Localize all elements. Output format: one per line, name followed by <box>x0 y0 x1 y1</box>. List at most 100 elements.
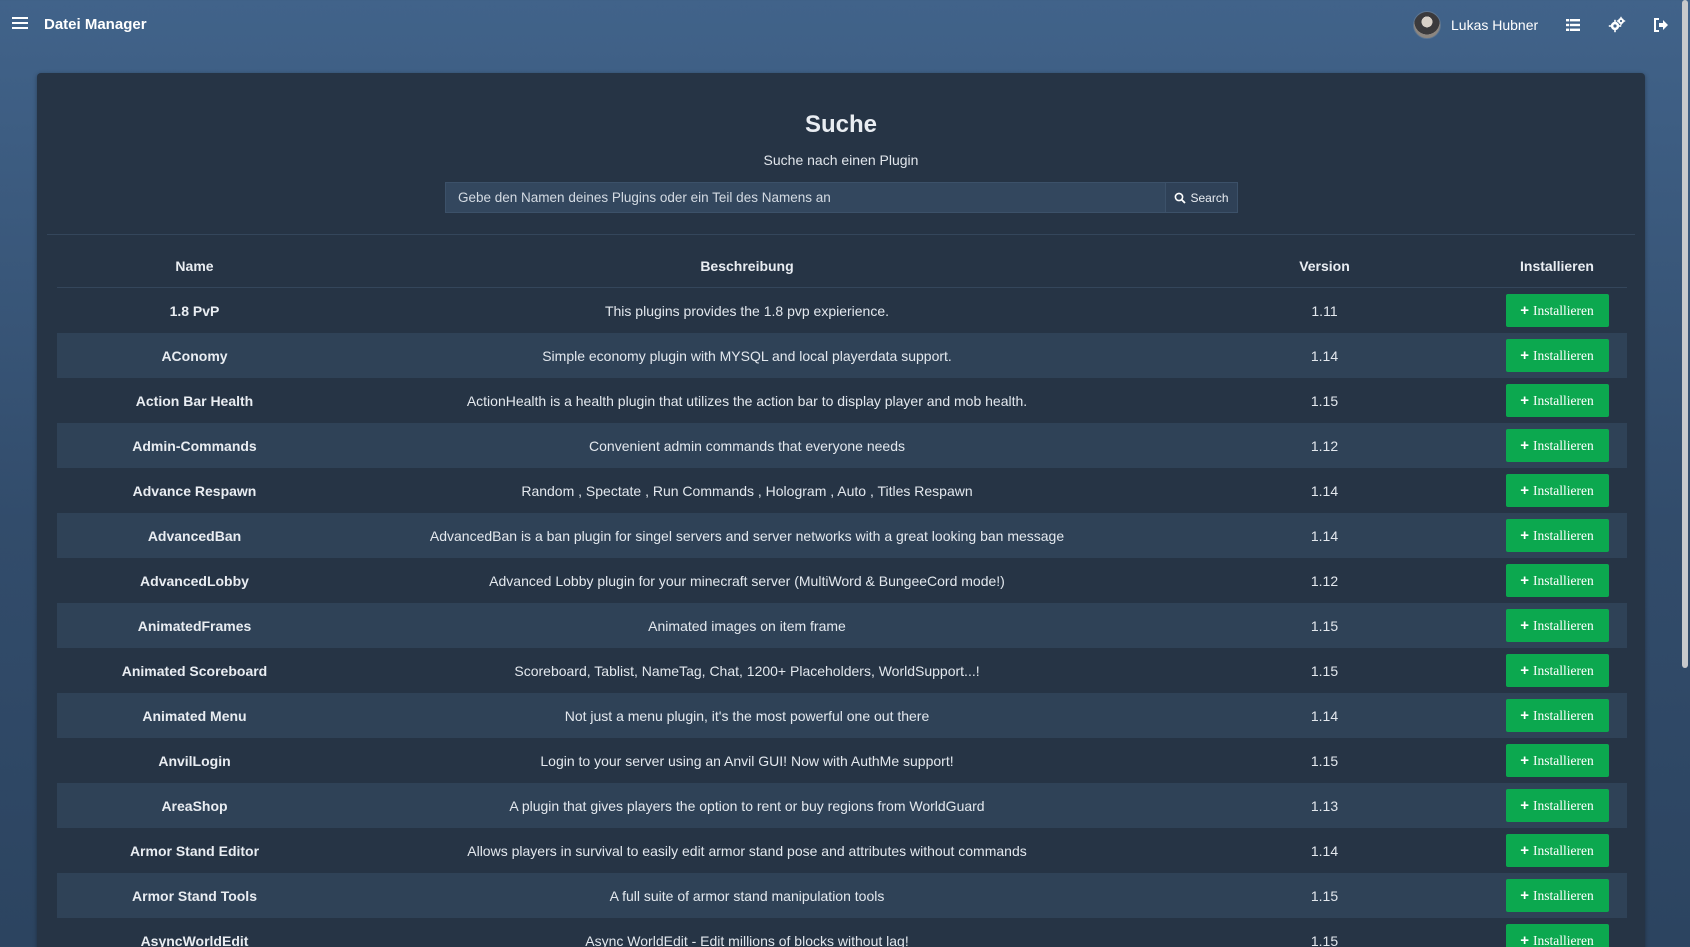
plugin-version: 1.14 <box>1310 482 1339 499</box>
plus-icon: + <box>1520 752 1530 769</box>
search-input[interactable] <box>445 182 1165 213</box>
user-name: Lukas Hubner <box>1451 17 1539 33</box>
column-header-version: Version <box>1162 245 1487 288</box>
list-icon[interactable] <box>1564 16 1582 34</box>
search-button-label: Search <box>1190 190 1229 205</box>
scrollbar-thumb[interactable] <box>1682 0 1688 668</box>
plugin-name: Action Bar Health <box>135 392 254 409</box>
plus-icon: + <box>1520 887 1530 904</box>
plugin-name: AdvancedBan <box>57 513 332 558</box>
install-button[interactable]: + Installieren <box>1505 564 1609 597</box>
plugin-version: 1.15 <box>1310 662 1339 679</box>
plugin-version: 1.15 <box>1310 752 1339 769</box>
install-cell: + Installieren <box>1487 558 1627 603</box>
install-button-label: Installieren <box>1533 437 1594 453</box>
plus-icon: + <box>1520 707 1530 724</box>
install-button-label: Installieren <box>1533 932 1594 947</box>
table-header-row: Name Beschreibung Version Installieren <box>57 245 1627 288</box>
install-cell: + Installieren <box>1487 918 1627 947</box>
plugin-name: AsyncWorldEdit <box>140 932 249 947</box>
page-scrollbar[interactable] <box>1680 0 1690 947</box>
install-button[interactable]: + Installieren <box>1505 789 1609 822</box>
install-button[interactable]: + Installieren <box>1505 924 1609 947</box>
plugin-name: AnvilLogin <box>158 752 231 769</box>
install-button[interactable]: + Installieren <box>1505 654 1609 687</box>
plugin-name: AConomy <box>57 333 332 378</box>
install-button[interactable]: + Installieren <box>1505 429 1609 462</box>
table-row: AnimatedFrames Animated images on item fr… <box>57 603 1627 648</box>
install-button-label: Installieren <box>1533 527 1594 543</box>
user-menu[interactable]: Lukas Hubner <box>1413 11 1539 39</box>
table-row: Armor Stand Editor Allows players in surv… <box>57 828 1627 873</box>
plugin-description: Convenient admin commands that everyone … <box>332 423 1162 468</box>
plugin-description: Allows players in survival to easily edi… <box>467 842 1027 859</box>
install-button-label: Installieren <box>1533 662 1594 678</box>
plugin-name: 1.8 PvP <box>169 302 220 319</box>
search-title: Suche <box>804 111 878 138</box>
plugin-search-card: Suche Suche nach einen Plugin Search Nam… <box>37 73 1645 947</box>
install-button[interactable]: + Installieren <box>1505 699 1609 732</box>
plugin-description: Login to your server using an Anvil GUI!… <box>540 752 954 769</box>
plugin-description: Advanced Lobby plugin for your minecraft… <box>489 572 1005 589</box>
plugin-description: Random , Spectate , Run Commands , Holog… <box>521 482 973 499</box>
plugin-description: A full suite of armor stand manipulation… <box>332 873 1162 918</box>
divider <box>47 234 1635 235</box>
plugin-version: 1.14 <box>1310 842 1339 859</box>
plugin-name: AreaShop <box>57 783 332 828</box>
install-cell: + Installieren <box>1487 873 1627 918</box>
install-button[interactable]: + Installieren <box>1505 294 1609 327</box>
install-button[interactable]: + Installieren <box>1505 834 1609 867</box>
plugin-version: 1.12 <box>1310 572 1339 589</box>
search-button[interactable]: Search <box>1165 182 1238 213</box>
plugin-version: 1.14 <box>1162 693 1487 738</box>
install-button-label: Installieren <box>1533 572 1594 588</box>
plugin-table: Name Beschreibung Version Installieren 1… <box>57 245 1627 947</box>
install-cell: + Installieren <box>1487 378 1627 423</box>
install-button[interactable]: + Installieren <box>1505 474 1609 507</box>
install-button[interactable]: + Installieren <box>1505 519 1609 552</box>
plus-icon: + <box>1520 932 1530 947</box>
install-button-label: Installieren <box>1533 482 1594 498</box>
table-row: AdvancedLobby Advanced Lobby plugin for y… <box>57 558 1627 603</box>
install-button[interactable]: + Installieren <box>1505 879 1609 912</box>
plus-icon: + <box>1520 347 1530 364</box>
plugin-name: Armor Stand Tools <box>57 873 332 918</box>
plugin-version: 1.12 <box>1162 423 1487 468</box>
install-button-label: Installieren <box>1533 752 1594 768</box>
install-cell: + Installieren <box>1487 423 1627 468</box>
plus-icon: + <box>1520 842 1530 859</box>
plugin-version: 1.13 <box>1162 783 1487 828</box>
install-cell: + Installieren <box>1487 783 1627 828</box>
plugin-description: Async WorldEdit - Edit millions of block… <box>585 932 909 947</box>
plugin-version: 1.15 <box>1162 873 1487 918</box>
top-bar: Datei Manager Lukas Hubner <box>0 0 1690 50</box>
plugin-description: Animated images on item frame <box>332 603 1162 648</box>
column-header-install: Installieren <box>1487 245 1627 288</box>
avatar <box>1413 11 1441 39</box>
table-row: 1.8 PvP This plugins provides the 1.8 pvp… <box>57 288 1627 334</box>
install-button-label: Installieren <box>1533 302 1594 318</box>
table-row: Animated Menu Not just a menu plugin, it'… <box>57 693 1627 738</box>
logout-icon[interactable] <box>1652 16 1670 34</box>
menu-icon[interactable] <box>12 15 28 31</box>
table-row: Armor Stand Tools A full suite of armor s… <box>57 873 1627 918</box>
plus-icon: + <box>1520 302 1530 319</box>
table-row: Animated Scoreboard Scoreboard, Tablist, … <box>57 648 1627 693</box>
install-button[interactable]: + Installieren <box>1505 609 1609 642</box>
plugin-description: AdvancedBan is a ban plugin for singel s… <box>332 513 1162 558</box>
install-button[interactable]: + Installieren <box>1505 744 1609 777</box>
table-row: Advance Respawn Random , Spectate , Run C… <box>57 468 1627 513</box>
search-subtitle: Suche nach einen Plugin <box>763 152 919 168</box>
install-button[interactable]: + Installieren <box>1505 384 1609 417</box>
plugin-description: This plugins provides the 1.8 pvp expier… <box>604 302 890 319</box>
install-button[interactable]: + Installieren <box>1505 339 1609 372</box>
plugin-version: 1.14 <box>1162 513 1487 558</box>
table-row: AsyncWorldEdit Async WorldEdit - Edit mil… <box>57 918 1627 947</box>
plugin-name: Animated Menu <box>57 693 332 738</box>
plus-icon: + <box>1520 617 1530 634</box>
table-row: Admin-Commands Convenient admin commands … <box>57 423 1627 468</box>
cogs-icon[interactable] <box>1608 16 1626 34</box>
install-button-label: Installieren <box>1533 707 1594 723</box>
plugin-name: Armor Stand Editor <box>129 842 260 859</box>
install-button-label: Installieren <box>1533 887 1594 903</box>
